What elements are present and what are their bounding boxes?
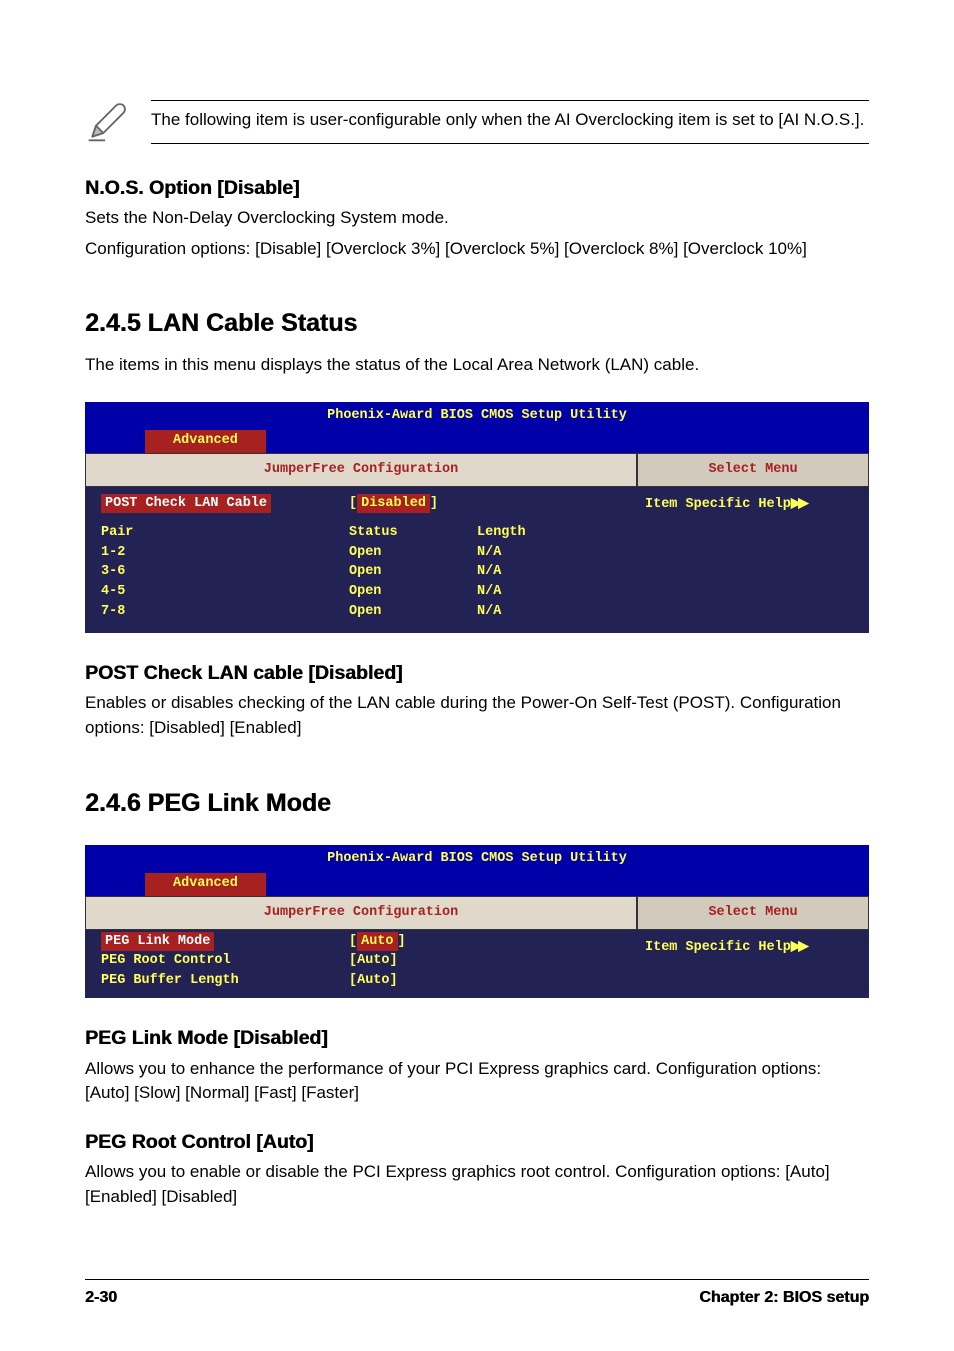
bios-right-heading: Select Menu xyxy=(637,896,869,930)
bios-cell: Open xyxy=(345,543,473,563)
note-text: The following item is user-configurable … xyxy=(151,100,869,144)
paragraph: Configuration options: [Disable] [Overcl… xyxy=(85,237,869,262)
bios-cell: [Auto] xyxy=(345,951,473,971)
bios-cell: N/A xyxy=(473,562,625,582)
paragraph: Sets the Non-Delay Overclocking System m… xyxy=(85,206,869,231)
bios-tab-advanced: Advanced xyxy=(145,430,266,454)
bios-cell: N/A xyxy=(473,543,625,563)
bios-tab-bar: Advanced xyxy=(85,430,869,454)
bios-left-heading: JumperFree Configuration xyxy=(85,896,637,930)
bios-cell: [Auto] xyxy=(345,971,473,991)
paragraph: Allows you to enhance the performance of… xyxy=(85,1057,869,1106)
bios-title: Phoenix-Award BIOS CMOS Setup Utility xyxy=(85,845,869,873)
bios-cell: 4-5 xyxy=(97,582,345,602)
bios-cell: Open xyxy=(345,562,473,582)
paragraph: Enables or disables checking of the LAN … xyxy=(85,691,869,740)
bios-screenshot-peg: Phoenix-Award BIOS CMOS Setup Utility Ad… xyxy=(85,845,869,998)
bios-col-length: Length xyxy=(473,523,625,543)
bios-selected-item: PEG Link Mode xyxy=(101,932,214,952)
bios-screenshot-lan: Phoenix-Award BIOS CMOS Setup Utility Ad… xyxy=(85,402,869,633)
bios-cell: Open xyxy=(345,602,473,622)
bios-help-text: Item Specific Help▶▶ xyxy=(637,930,869,964)
paragraph: The items in this menu displays the stat… xyxy=(85,353,869,378)
section-heading-246: 2.4.6 PEG Link Mode xyxy=(85,785,869,821)
bios-col-status: Status xyxy=(345,523,473,543)
paragraph: Allows you to enable or disable the PCI … xyxy=(85,1160,869,1209)
bios-help-text: Item Specific Help▶▶ xyxy=(637,487,869,521)
bios-cell: N/A xyxy=(473,582,625,602)
bios-cell: PEG Root Control xyxy=(97,951,345,971)
note-body: The following item is user-configurable … xyxy=(151,110,864,129)
bios-tab-advanced: Advanced xyxy=(145,873,266,897)
heading-peg-link-mode: PEG Link Mode [Disabled] xyxy=(85,1024,869,1052)
page-number: 2-30 xyxy=(85,1286,117,1309)
bios-selected-item: POST Check LAN Cable xyxy=(101,494,271,514)
bios-col-pair: Pair xyxy=(97,523,345,543)
bios-tab-bar: Advanced xyxy=(85,873,869,897)
bios-cell: Open xyxy=(345,582,473,602)
help-arrows-icon: ▶▶ xyxy=(791,495,806,510)
chapter-label: Chapter 2: BIOS setup xyxy=(699,1286,869,1309)
note-callout: The following item is user-configurable … xyxy=(85,100,869,152)
bios-selected-value: Disabled xyxy=(357,494,430,514)
page-footer: 2-30 Chapter 2: BIOS setup xyxy=(85,1279,869,1309)
section-heading-245: 2.4.5 LAN Cable Status xyxy=(85,305,869,341)
bios-title: Phoenix-Award BIOS CMOS Setup Utility xyxy=(85,402,869,430)
help-arrows-icon: ▶▶ xyxy=(791,938,806,953)
bios-cell: 3-6 xyxy=(97,562,345,582)
pencil-note-icon xyxy=(85,100,129,152)
bios-cell: N/A xyxy=(473,602,625,622)
bios-cell: PEG Buffer Length xyxy=(97,971,345,991)
heading-post-check-lan: POST Check LAN cable [Disabled] xyxy=(85,659,869,687)
bios-right-heading: Select Menu xyxy=(637,453,869,487)
heading-nos-option: N.O.S. Option [Disable] xyxy=(85,174,869,202)
bios-cell: 7-8 xyxy=(97,602,345,622)
bios-selected-value: Auto xyxy=(357,932,397,952)
heading-peg-root-control: PEG Root Control [Auto] xyxy=(85,1128,869,1156)
bios-cell: 1-2 xyxy=(97,543,345,563)
bios-left-heading: JumperFree Configuration xyxy=(85,453,637,487)
